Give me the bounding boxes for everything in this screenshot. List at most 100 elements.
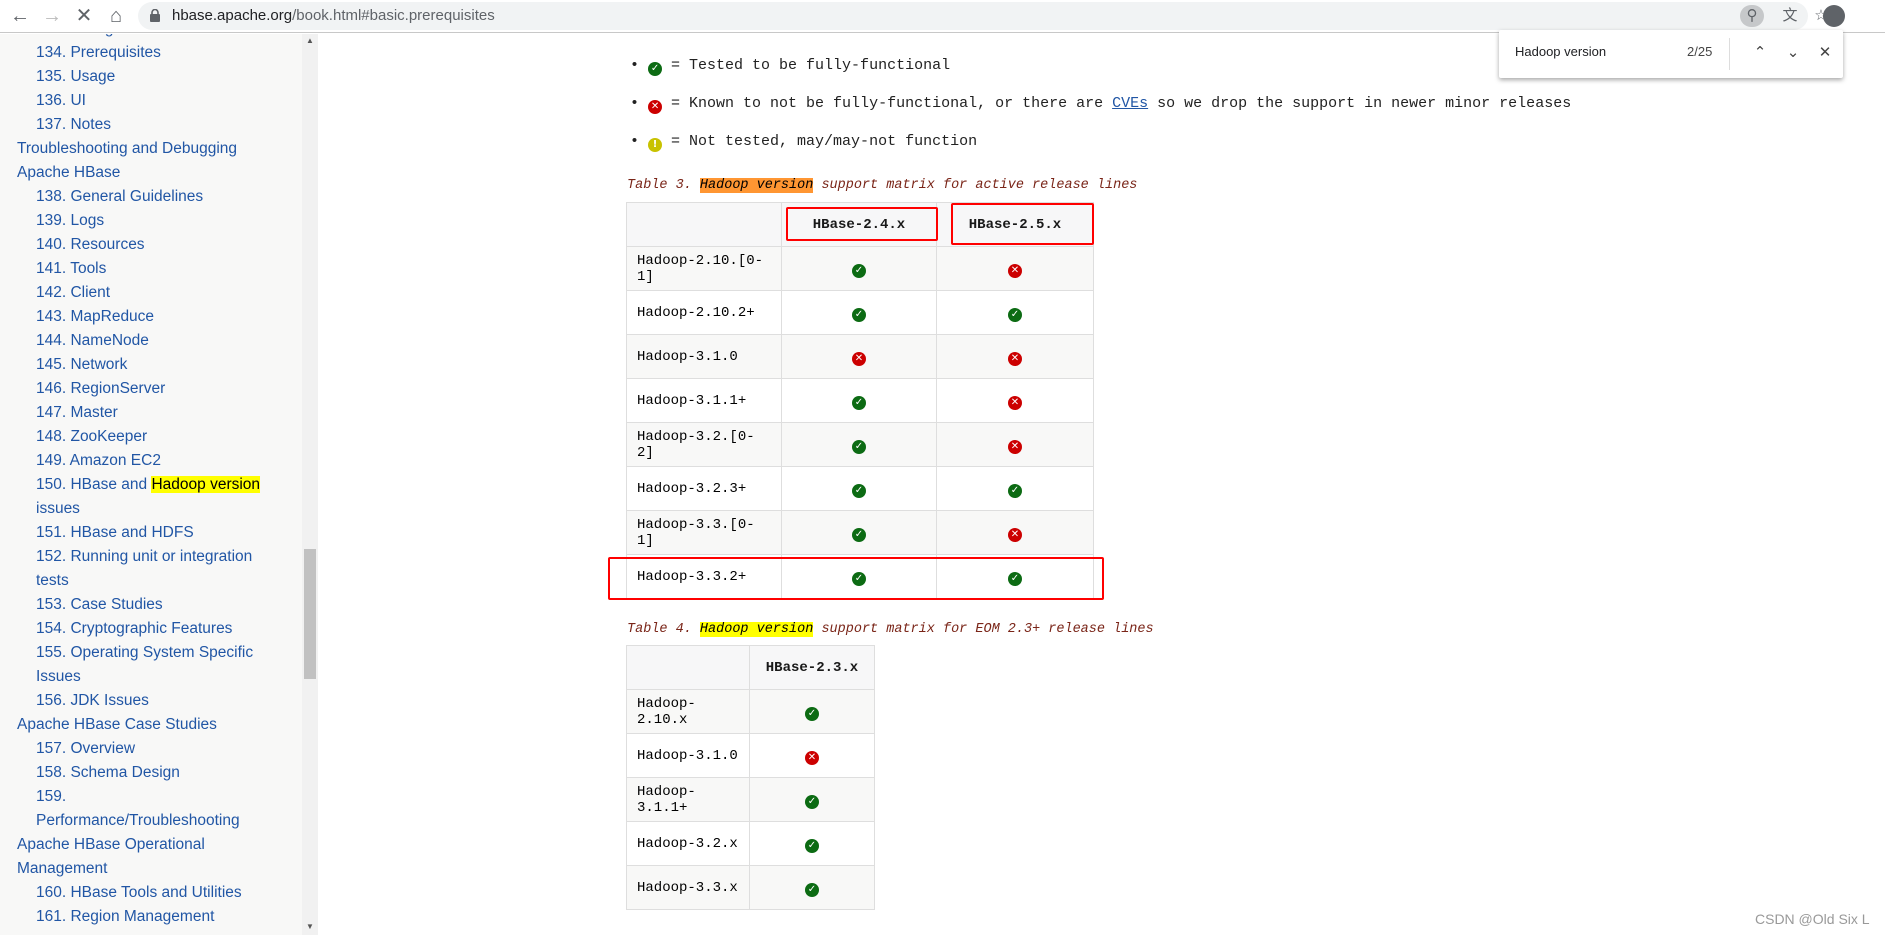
support-cell: ✕ — [936, 422, 1094, 467]
sidebar-item[interactable]: 135. Usage — [36, 65, 115, 89]
sidebar-item-label: 143. MapReduce — [36, 308, 155, 325]
sidebar-item[interactable]: 149. Amazon EC2 — [36, 449, 161, 473]
annotation-box-hbase-2-4 — [786, 207, 938, 241]
sidebar-item[interactable]: 159. — [36, 785, 66, 809]
sidebar-item[interactable]: 140. Resources — [36, 233, 145, 257]
sidebar-item[interactable]: 148. ZooKeeper — [36, 425, 147, 449]
url-text[interactable]: hbase.apache.org/book.html#basic.prerequ… — [172, 7, 495, 24]
sidebar-item[interactable]: 143. MapReduce — [36, 305, 154, 329]
chevron-down-icon[interactable]: ⌄ — [1782, 42, 1804, 64]
sidebar-item[interactable]: 145. Network — [36, 353, 127, 377]
check-icon: ✓ — [805, 838, 819, 853]
sidebar-item[interactable]: 147. Master — [36, 401, 118, 425]
lock-icon — [150, 9, 160, 22]
sidebar-item[interactable]: Troubleshooting and Debugging — [17, 137, 237, 161]
support-cell: ✓ — [781, 378, 937, 423]
sidebar-item[interactable]: 139. Logs — [36, 209, 104, 233]
sidebar-item[interactable]: Apache HBase — [17, 161, 120, 185]
cves-link[interactable]: CVEs — [1112, 95, 1148, 112]
table-row: Hadoop-3.1.1+ ✓ — [626, 777, 875, 822]
sidebar-item[interactable]: 153. Case Studies — [36, 593, 163, 617]
sidebar-item[interactable]: 161. Region Management — [36, 905, 214, 929]
address-bar[interactable]: hbase.apache.org/book.html#basic.prerequ… — [138, 2, 1828, 30]
sidebar-item[interactable]: Apache HBase Operational — [17, 833, 205, 857]
support-cell: ✓ — [781, 290, 937, 335]
scrollbar-thumb[interactable] — [304, 549, 316, 679]
sidebar-item-label: 152. Running unit or integration — [36, 548, 253, 565]
sidebar-item[interactable]: Apache HBase Case Studies — [17, 713, 217, 737]
sidebar-item-label: issues — [36, 500, 80, 517]
sidebar-item[interactable]: 155. Operating System Specific — [36, 641, 253, 665]
table-row: Hadoop-3.1.0 ✕ ✕ — [626, 334, 1094, 379]
support-cell: ✓ — [749, 865, 875, 910]
legend-tested: • ✓ = Tested to be fully-functional — [630, 57, 951, 76]
table-row: Hadoop-2.10.2+ ✓ ✓ — [626, 290, 1094, 335]
sidebar-item[interactable]: 160. HBase Tools and Utilities — [36, 881, 242, 905]
sidebar-item[interactable]: Performance/Troubleshooting — [36, 809, 240, 833]
sidebar-item-label: 161. Region Management — [36, 908, 215, 925]
row-label: Hadoop-3.1.0 — [626, 733, 750, 778]
column-header: HBase-2.3.x — [749, 645, 875, 690]
sidebar-item-label: Performance/Troubleshooting — [36, 812, 240, 829]
table-row: Hadoop-2.10.x ✓ — [626, 689, 875, 734]
x-icon: ✕ — [1008, 527, 1022, 542]
empty-header-cell — [626, 202, 782, 247]
sidebar-item[interactable]: issues — [36, 497, 80, 521]
scroll-up-icon[interactable]: ▲ — [306, 36, 314, 45]
sidebar-toc: 133. Background 134. Prerequisites 135. Us… — [0, 34, 302, 935]
sidebar-item[interactable]: Management — [17, 857, 107, 881]
table-row: Hadoop-3.1.1+ ✓ ✕ — [626, 378, 1094, 423]
forward-icon[interactable]: → — [40, 4, 64, 28]
sidebar-item[interactable]: 141. Tools — [36, 257, 106, 281]
sidebar-item[interactable]: 157. Overview — [36, 737, 135, 761]
sidebar-item[interactable]: 134. Prerequisites — [36, 41, 161, 65]
sidebar-item[interactable]: 136. UI — [36, 89, 86, 113]
x-icon: ✕ — [1008, 263, 1022, 278]
sidebar-item-label: 139. Logs — [36, 212, 105, 229]
sidebar-item[interactable]: Issues — [36, 665, 81, 689]
find-input[interactable]: Hadoop version — [1515, 44, 1606, 59]
check-icon: ✓ — [852, 307, 866, 322]
stop-icon[interactable]: ✕ — [72, 4, 96, 28]
find-page-icon[interactable]: ⚲ — [1740, 5, 1764, 27]
support-cell: ✕ — [936, 510, 1094, 555]
chevron-up-icon[interactable]: ⌃ — [1749, 42, 1771, 64]
sidebar-item[interactable]: 154. Cryptographic Features — [36, 617, 232, 641]
sidebar-item[interactable]: 133. Background — [36, 34, 153, 41]
sidebar-item[interactable]: 137. Notes — [36, 113, 111, 137]
back-icon[interactable]: ← — [8, 4, 32, 28]
translate-icon[interactable]: 文 — [1778, 5, 1802, 27]
close-icon[interactable]: ✕ — [1814, 42, 1836, 64]
sidebar-item[interactable]: 150. HBase and Hadoop version — [36, 473, 261, 497]
sidebar-scrollbar[interactable]: ▲ ▼ — [302, 34, 318, 935]
sidebar-item-label: 155. Operating System Specific — [36, 644, 254, 661]
sidebar-item[interactable]: 144. NameNode — [36, 329, 149, 353]
home-icon[interactable]: ⌂ — [104, 4, 128, 28]
support-cell: ✕ — [936, 246, 1094, 291]
sidebar-item-label: 141. Tools — [36, 260, 107, 277]
table-row: Hadoop-3.3.[0-1] ✓ ✕ — [626, 510, 1094, 555]
sidebar-item[interactable]: 142. Client — [36, 281, 110, 305]
support-cell: ✓ — [749, 821, 875, 866]
legend-known-text-end: so we drop the support in newer minor re… — [1148, 95, 1572, 112]
sidebar-item[interactable]: 156. JDK Issues — [36, 689, 149, 713]
scroll-down-icon[interactable]: ▼ — [306, 922, 314, 931]
support-cell: ✕ — [781, 334, 937, 379]
legend-known-text: = Known to not be fully-functional, or t… — [671, 95, 1113, 112]
sidebar-item[interactable]: 146. RegionServer — [36, 377, 165, 401]
support-cell: ✓ — [781, 246, 937, 291]
sidebar-item[interactable]: 138. General Guidelines — [36, 185, 203, 209]
sidebar-item[interactable]: tests — [36, 569, 69, 593]
sidebar-item[interactable]: 152. Running unit or integration — [36, 545, 252, 569]
sidebar-item[interactable]: 151. HBase and HDFS — [36, 521, 194, 545]
row-label: Hadoop-2.10.2+ — [626, 290, 782, 335]
find-bar: Hadoop version 2/25 ⌃ ⌄ ✕ — [1499, 30, 1843, 78]
row-label: Hadoop-3.1.1+ — [626, 378, 782, 423]
sidebar-item-label: 135. Usage — [36, 68, 116, 85]
sidebar-item-label: 133. Background — [36, 34, 153, 37]
profile-icon[interactable] — [1823, 5, 1845, 27]
support-cell: ✓ — [749, 689, 875, 734]
support-cell: ✕ — [749, 733, 875, 778]
sidebar-item-label: Troubleshooting and Debugging — [17, 140, 238, 157]
sidebar-item[interactable]: 158. Schema Design — [36, 761, 180, 785]
